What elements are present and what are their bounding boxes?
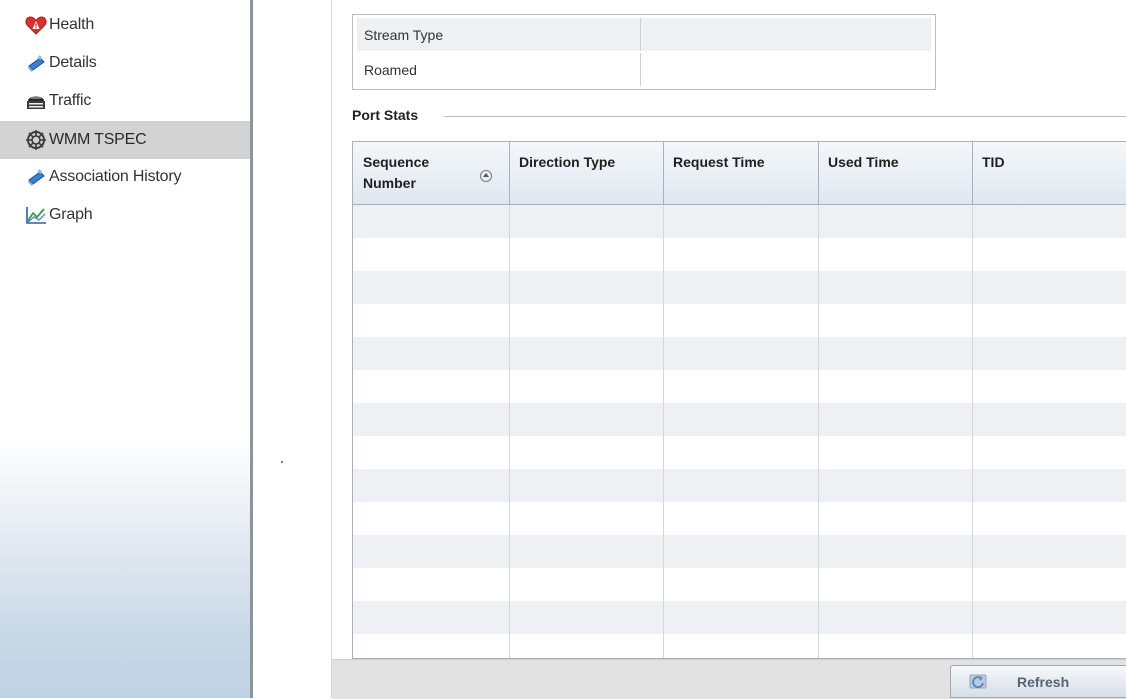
column-separator (663, 142, 664, 658)
refresh-button-label: Refresh (1017, 673, 1070, 690)
refresh-button[interactable]: Refresh (950, 665, 1126, 698)
sidebar-item-label: Details (49, 54, 97, 71)
table-row (353, 238, 1126, 271)
column-resize-handle[interactable] (818, 142, 819, 204)
sidebar-item-health[interactable]: Health (0, 6, 250, 44)
column-header-direction-type[interactable]: Direction Type (509, 142, 663, 204)
sidebar-item-label: Graph (49, 206, 93, 223)
refresh-icon (969, 671, 991, 693)
column-separator (972, 142, 973, 658)
table-row (353, 535, 1126, 568)
property-row-stream-type: Stream Type (357, 18, 931, 51)
column-separator (509, 142, 510, 658)
details-icon (25, 52, 47, 74)
table-row (353, 634, 1126, 658)
sidebar-item-wmm-tspec[interactable]: WMM TSPEC (0, 121, 250, 159)
column-separator (818, 142, 819, 658)
table-row (353, 205, 1126, 238)
property-row-roamed: Roamed (357, 53, 931, 86)
association-history-icon (25, 166, 47, 188)
sidebar-item-graph[interactable]: Graph (0, 196, 250, 234)
sort-ascending-icon[interactable] (480, 170, 492, 182)
sidebar: Health Details Traffic WMM TSPEC Associa… (0, 0, 250, 698)
table-row (353, 370, 1126, 403)
table-row (353, 271, 1126, 304)
sidebar-item-traffic[interactable]: Traffic (0, 82, 250, 120)
table-row (353, 337, 1126, 370)
table-row (353, 568, 1126, 601)
table-row (353, 601, 1126, 634)
sidebar-item-details[interactable]: Details (0, 44, 250, 82)
table-row (353, 403, 1126, 436)
property-label: Stream Type (357, 18, 641, 51)
traffic-icon (25, 90, 47, 112)
column-header-tid[interactable]: TID (972, 142, 1126, 204)
property-value (642, 53, 931, 86)
graph-icon (25, 204, 47, 226)
column-resize-handle[interactable] (972, 142, 973, 204)
table-row (353, 436, 1126, 469)
sidebar-item-label: WMM TSPEC (49, 131, 147, 148)
table-row (353, 469, 1126, 502)
sidebar-divider[interactable] (250, 0, 253, 698)
wmm-tspec-icon (25, 129, 47, 151)
sidebar-item-label: Traffic (49, 92, 92, 109)
section-rule (444, 116, 1126, 117)
sidebar-item-label: Association History (49, 168, 182, 185)
sidebar-item-label: Health (49, 16, 95, 33)
sidebar-item-association-history[interactable]: Association History (0, 158, 250, 196)
column-resize-handle[interactable] (509, 142, 510, 204)
grid-header: Sequence Number Direction Type Request T… (353, 142, 1126, 205)
column-header-used-time[interactable]: Used Time (818, 142, 972, 204)
section-title-port-stats: Port Stats (352, 107, 419, 123)
content-divider (331, 0, 332, 698)
table-row (353, 304, 1126, 337)
column-header-sequence-number[interactable]: Sequence Number (353, 142, 453, 204)
column-resize-handle[interactable] (663, 142, 664, 204)
port-stats-grid: Sequence Number Direction Type Request T… (352, 141, 1126, 659)
table-row (353, 502, 1126, 535)
stream-properties-table: Stream Type Roamed (352, 14, 936, 90)
divider-grip (281, 461, 283, 463)
property-value (642, 18, 931, 51)
column-header-request-time[interactable]: Request Time (663, 142, 818, 204)
property-label: Roamed (357, 53, 641, 86)
health-icon (25, 14, 47, 36)
